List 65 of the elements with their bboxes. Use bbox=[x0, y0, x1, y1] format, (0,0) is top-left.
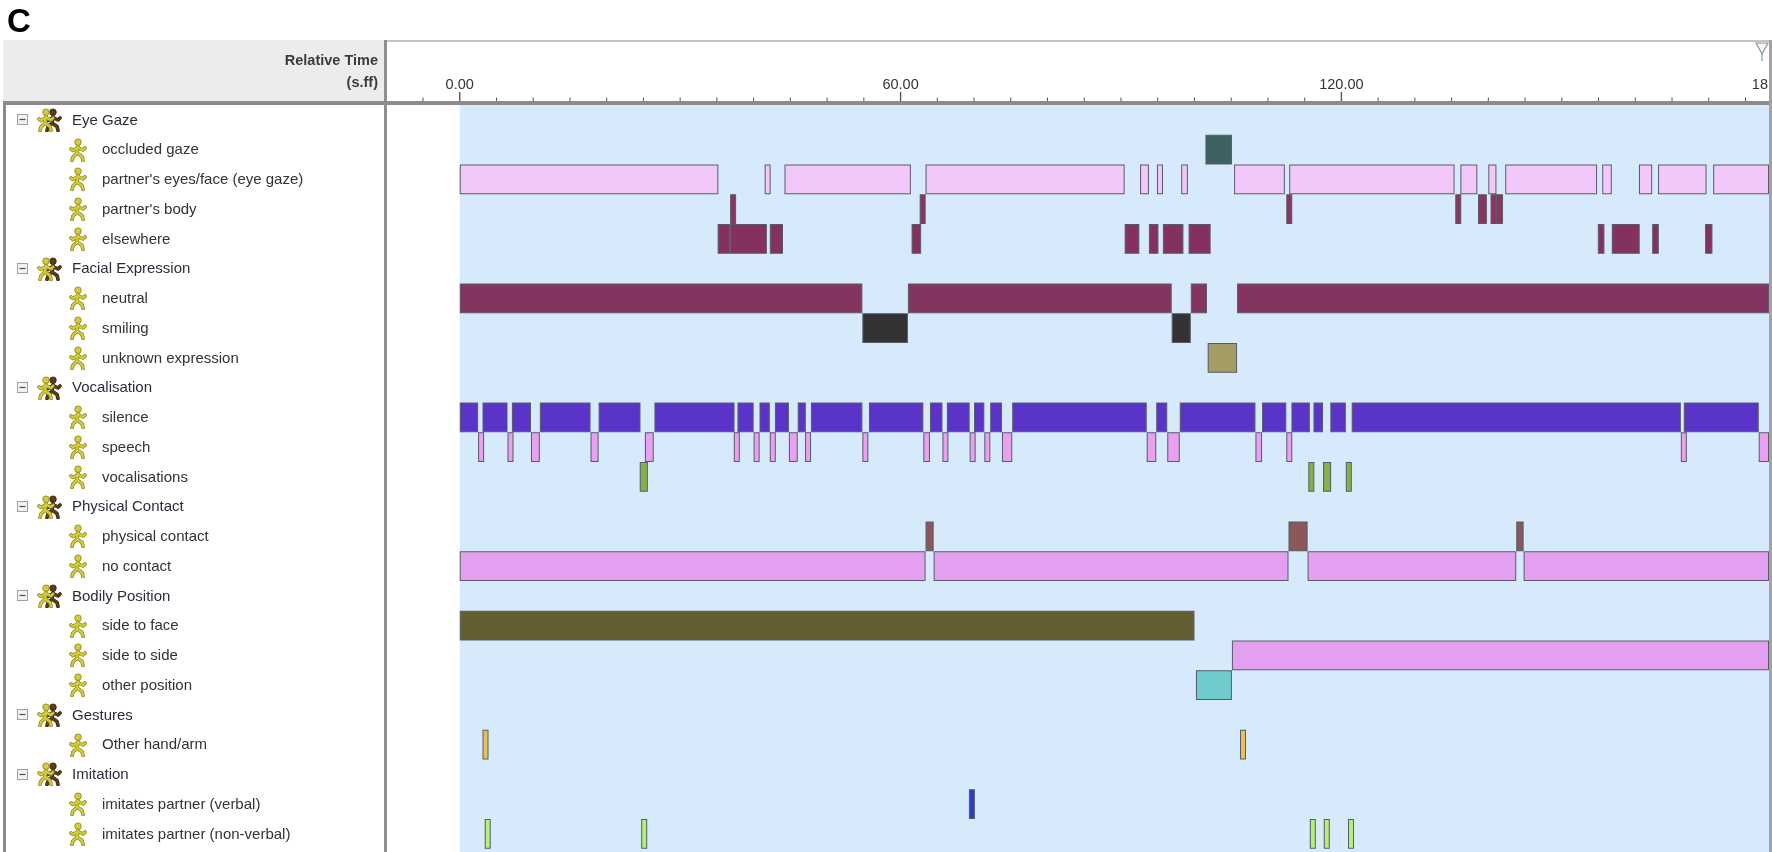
people-icon bbox=[36, 107, 62, 132]
behavior-label[interactable]: Other hand/arm bbox=[102, 733, 208, 756]
behavior-label[interactable]: side to face bbox=[102, 614, 179, 637]
behavior-label[interactable]: physical contact bbox=[102, 525, 209, 548]
behavior-label[interactable]: partner's eyes/face (eye gaze) bbox=[102, 168, 304, 191]
person-icon bbox=[68, 167, 88, 192]
person-icon bbox=[68, 643, 88, 668]
category-label[interactable]: Imitation bbox=[72, 763, 129, 786]
people-icon bbox=[36, 702, 62, 727]
behavior-label[interactable]: other position bbox=[102, 673, 193, 697]
people-icon bbox=[36, 762, 62, 787]
category-label[interactable]: Eye Gaze bbox=[72, 108, 138, 132]
triangle-marker-icon[interactable] bbox=[1755, 42, 1769, 61]
person-icon bbox=[68, 405, 88, 430]
behavior-label[interactable]: side to side bbox=[102, 644, 178, 667]
behavior-label[interactable]: imitates partner (non-verbal) bbox=[102, 822, 291, 846]
person-icon bbox=[68, 345, 88, 370]
people-icon bbox=[36, 375, 62, 400]
time-unit-label: (s.ff) bbox=[346, 72, 378, 92]
behavior-label[interactable]: partner's body bbox=[102, 197, 197, 221]
behavior-label[interactable]: no contact bbox=[102, 554, 172, 578]
people-icon bbox=[36, 256, 62, 281]
behavior-label[interactable]: occluded gaze bbox=[102, 138, 199, 161]
person-icon bbox=[68, 137, 88, 162]
collapse-icon[interactable] bbox=[17, 114, 28, 126]
person-icon bbox=[68, 613, 88, 638]
collapse-icon[interactable] bbox=[17, 768, 28, 780]
category-label[interactable]: Vocalisation bbox=[72, 376, 153, 399]
tick-label: 18 bbox=[1751, 76, 1768, 92]
person-icon bbox=[68, 732, 88, 757]
time-column-title: Relative Time bbox=[284, 50, 378, 70]
tick-label: 0.00 bbox=[445, 76, 474, 92]
category-label[interactable]: Physical Contact bbox=[72, 495, 184, 518]
people-icon bbox=[36, 494, 62, 519]
category-label[interactable]: Gestures bbox=[72, 703, 133, 727]
person-icon bbox=[68, 316, 88, 341]
person-icon bbox=[68, 464, 88, 489]
person-icon bbox=[68, 792, 88, 817]
person-icon bbox=[68, 554, 88, 579]
collapse-icon[interactable] bbox=[17, 501, 28, 513]
behavior-label[interactable]: elsewhere bbox=[102, 227, 171, 251]
collapse-icon[interactable] bbox=[17, 590, 28, 602]
person-icon bbox=[68, 524, 88, 549]
tick-label: 60.00 bbox=[882, 76, 919, 92]
behavior-label[interactable]: imitates partner (verbal) bbox=[102, 792, 261, 816]
behavior-label[interactable]: vocalisations bbox=[102, 465, 188, 489]
figure-label: C bbox=[7, 3, 31, 37]
collapse-icon[interactable] bbox=[17, 382, 28, 394]
person-icon bbox=[68, 821, 88, 846]
people-icon bbox=[36, 583, 62, 608]
person-icon bbox=[68, 435, 88, 460]
category-label[interactable]: Facial Expression bbox=[72, 257, 191, 280]
category-label[interactable]: Bodily Position bbox=[72, 584, 171, 608]
collapse-icon[interactable] bbox=[17, 709, 28, 721]
behavior-label[interactable]: speech bbox=[102, 435, 151, 459]
behavior-label[interactable]: unknown expression bbox=[102, 346, 239, 370]
behavior-label[interactable]: smiling bbox=[102, 316, 149, 340]
person-icon bbox=[68, 286, 88, 311]
behavior-label[interactable]: neutral bbox=[102, 287, 148, 310]
tick-label: 120.00 bbox=[1319, 76, 1364, 92]
person-icon bbox=[68, 226, 88, 251]
collapse-icon[interactable] bbox=[17, 263, 28, 275]
person-icon bbox=[68, 673, 88, 698]
person-icon bbox=[68, 197, 88, 222]
behavior-label[interactable]: silence bbox=[102, 406, 149, 429]
